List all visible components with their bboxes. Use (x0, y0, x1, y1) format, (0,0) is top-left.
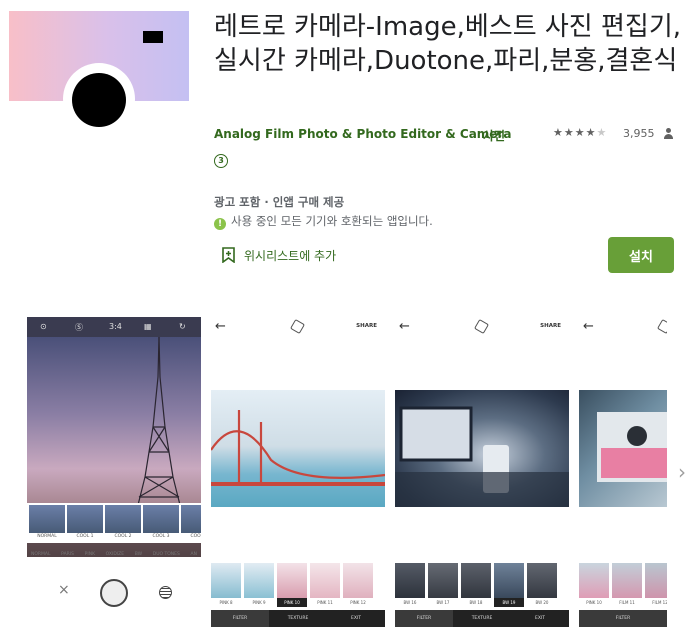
editor-tab-bar: FILTER TEXTURE EXIT (395, 610, 569, 627)
app-icon-flash-rect (143, 31, 163, 43)
filter-thumb[interactable]: PINK 12 (343, 563, 373, 607)
filter-category[interactable]: PARIS (61, 552, 74, 557)
filter-thumb[interactable]: PINK 9 (244, 563, 274, 607)
timer-icon: ⊙ (40, 322, 47, 331)
developer-link[interactable]: Analog Film Photo & Photo Editor & Camer… (214, 127, 511, 141)
filter-category-labels: NORMAL PARIS PINK OXIDIZE BW DUO TONES A… (27, 548, 201, 560)
switch-camera-icon: ↻ (179, 322, 186, 331)
filter-thumb[interactable]: BW 17 (428, 563, 458, 607)
filter-thumb[interactable]: PINK 10 (579, 563, 609, 607)
stars-half: ★ (596, 126, 608, 139)
back-arrow-icon[interactable]: ← (215, 319, 226, 334)
filter-thumb-strip: PINK 8 PINK 9 PINK 10 PINK 11 PINK 12 (211, 563, 373, 607)
rating-count: 3,955 (623, 127, 655, 140)
tab-filter[interactable]: FILTER (579, 610, 667, 627)
laptop-cup-photo (395, 390, 569, 507)
polaroid-graphic (597, 412, 667, 482)
tab-texture[interactable]: TEXTURE (269, 610, 327, 627)
tab-filter[interactable]: FILTER (395, 610, 453, 627)
bridge-photo (211, 390, 385, 507)
compat-notice: ! 사용 중인 모든 기기와 호환되는 앱입니다. (214, 213, 433, 230)
aspect-ratio-label: 3:4 (109, 322, 122, 331)
filter-thumb[interactable]: FILM 12 (645, 563, 667, 607)
filter-thumb[interactable]: COOL 1 (67, 505, 103, 541)
filter-thumb-strip: BW 16 BW 17 BW 18 BW 19 BW 20 (395, 563, 557, 607)
filter-thumb-strip: PINK 10 FILM 11 FILM 12 (579, 563, 667, 607)
editor-header: ← SHARE (211, 317, 385, 337)
filter-category[interactable]: DUO TONES (153, 552, 180, 557)
filter-category[interactable]: AN (191, 552, 197, 557)
filter-thumb[interactable]: PINK 11 (310, 563, 340, 607)
wishlist-button[interactable]: 위시리스트에 추가 (222, 245, 336, 265)
filter-thumb-selected[interactable]: BW 19 (494, 563, 524, 607)
camera-top-bar: ⊙ Ⓢ 3:4 ▦ ↻ (27, 317, 201, 337)
app-meta-row: Analog Film Photo & Photo Editor & Camer… (214, 126, 684, 144)
back-arrow-icon[interactable]: ← (399, 319, 410, 334)
filter-thumb[interactable]: COOL 4 (181, 505, 201, 541)
camera-controls: × (27, 567, 201, 617)
settings-hex-icon[interactable] (656, 318, 667, 335)
tab-filter[interactable]: FILTER (211, 610, 269, 627)
compat-text: 사용 중인 모든 기기와 호환되는 앱입니다. (231, 214, 433, 228)
age-rating-badge: 3 (214, 154, 228, 168)
editor-tab-bar: FILTER TEXTURE EXIT (211, 610, 385, 627)
bridge-graphic (211, 410, 385, 486)
filter-thumb[interactable]: BW 20 (527, 563, 557, 607)
tab-exit[interactable]: EXIT (511, 610, 569, 627)
bookmark-add-icon (222, 247, 235, 263)
settings-icon: Ⓢ (75, 323, 83, 332)
filter-category[interactable]: PINK (85, 552, 95, 557)
filter-category[interactable]: NORMAL (31, 552, 51, 557)
settings-hex-icon[interactable] (289, 318, 306, 335)
filter-thumb[interactable]: BW 18 (461, 563, 491, 607)
screenshot-editor-polaroid[interactable]: ← PINK 10 FILM 11 FILM 12 FILTER (579, 317, 667, 633)
app-title: 레트로 카메라-Image,베스트 사진 편집기,실시간 카메라,Duotone… (214, 12, 682, 76)
editor-header: ← SHARE (395, 317, 569, 337)
filter-thumb[interactable]: BW 16 (395, 563, 425, 607)
filter-thumb[interactable]: FILM 11 (612, 563, 642, 607)
category-link[interactable]: 사진 (483, 127, 505, 144)
camera-filter-thumbs: NORMAL COOL 1 COOL 2 COOL 3 COOL 4 (27, 503, 201, 543)
install-button[interactable]: 설치 (608, 237, 674, 273)
person-icon (663, 128, 673, 139)
filter-category[interactable]: OXIDIZE (106, 552, 124, 557)
rating-stars: ★★★★★ (553, 126, 607, 139)
app-icon-lens (72, 73, 126, 127)
close-icon[interactable]: × (58, 582, 70, 598)
ads-notice: 광고 포함 · 인앱 구매 제공 (214, 195, 345, 209)
shutter-button[interactable] (100, 579, 128, 607)
settings-hex-icon[interactable] (473, 318, 490, 335)
tab-exit[interactable]: EXIT (327, 610, 385, 627)
screenshot-editor-bridge[interactable]: ← SHARE PINK 8 PINK 9 PINK 10 PINK 11 PI… (211, 317, 385, 633)
back-arrow-icon[interactable]: ← (583, 319, 594, 334)
stars-full: ★★★★ (553, 126, 597, 139)
share-button[interactable]: SHARE (356, 323, 377, 329)
share-button[interactable]: SHARE (540, 323, 561, 329)
filter-thumb[interactable]: COOL 3 (143, 505, 179, 541)
chevron-right-icon[interactable]: › (678, 460, 686, 484)
filter-thumb-selected[interactable]: PINK 10 (277, 563, 307, 607)
filter-thumb[interactable]: PINK 8 (211, 563, 241, 607)
screenshot-camera[interactable]: ⊙ Ⓢ 3:4 ▦ ↻ NORMAL COOL 1 COOL 2 COOL 3 … (27, 317, 201, 633)
info-icon: ! (214, 218, 226, 230)
filter-toggle-icon[interactable] (159, 586, 172, 599)
screenshot-editor-laptop[interactable]: ← SHARE BW 16 BW 17 BW 18 BW 19 BW 20 FI… (395, 317, 569, 633)
editor-header: ← (579, 317, 667, 337)
filter-category[interactable]: BW (135, 552, 142, 557)
filter-thumb[interactable]: NORMAL (29, 505, 65, 541)
grid-icon: ▦ (144, 322, 152, 331)
wishlist-label: 위시리스트에 추가 (244, 248, 337, 263)
laptop-graphic (395, 406, 569, 507)
tab-texture[interactable]: TEXTURE (453, 610, 511, 627)
polaroid-camera-photo (579, 390, 667, 507)
filter-thumb[interactable]: COOL 2 (105, 505, 141, 541)
editor-tab-bar: FILTER (579, 610, 667, 627)
